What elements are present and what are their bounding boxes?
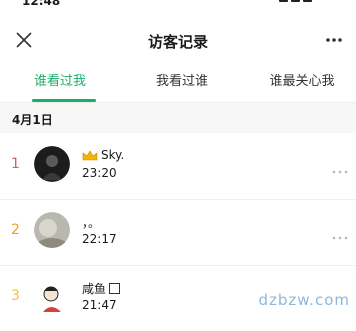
- page-title: 访客记录: [147, 33, 208, 51]
- box-icon: [109, 283, 121, 294]
- crown-icon: [82, 149, 98, 160]
- status-icons: [279, 0, 312, 2]
- tab-who-viewed-me[interactable]: 谁看过我: [10, 70, 110, 89]
- active-tab-indicator: [32, 99, 96, 102]
- watermark: dzbzw.com: [258, 291, 350, 309]
- date-group-header: 4月1日: [0, 103, 356, 133]
- row-more-button[interactable]: [330, 162, 350, 174]
- visitor-rank: 3: [11, 288, 20, 304]
- signal-icon: [279, 0, 288, 2]
- visitor-name-line: ，。: [82, 214, 100, 231]
- visitor-name-line: Sky.: [82, 148, 124, 162]
- more-button[interactable]: [320, 26, 348, 54]
- avatar-image: [34, 146, 70, 182]
- visitor-name-line: 咸鱼: [82, 280, 121, 297]
- avatar[interactable]: [34, 212, 70, 248]
- battery-icon: [303, 0, 312, 2]
- avatar[interactable]: [34, 278, 70, 314]
- tab-who-cares-most[interactable]: 谁最关心我: [252, 70, 352, 89]
- wifi-icon: [291, 0, 300, 2]
- tab-who-i-viewed[interactable]: 我看过谁: [132, 70, 232, 89]
- avatar[interactable]: [34, 146, 70, 182]
- more-icon: [332, 170, 348, 174]
- visitor-row[interactable]: 2 ，。 22:17: [0, 200, 356, 266]
- row-more-button[interactable]: [330, 228, 350, 240]
- status-time: 12:48: [22, 0, 61, 8]
- visit-time: 23:20: [82, 166, 117, 180]
- nav-bar: 访客记录: [0, 22, 356, 58]
- more-icon: [332, 236, 348, 240]
- avatar-image: [34, 278, 70, 314]
- date-label: 4月1日: [12, 113, 53, 127]
- visitor-name: Sky.: [101, 148, 125, 162]
- visitor-name: 咸鱼: [82, 282, 107, 296]
- visitor-rank: 1: [11, 156, 20, 172]
- tab-bar: 谁看过我 我看过谁 谁最关心我: [0, 62, 356, 103]
- visit-time: 21:47: [82, 298, 117, 312]
- avatar-image: [34, 212, 70, 248]
- visitor-name: ，。: [82, 216, 101, 230]
- visit-time: 22:17: [82, 232, 117, 246]
- more-icon: [326, 38, 342, 42]
- visitor-rank: 2: [11, 222, 20, 238]
- status-bar: 12:48: [0, 0, 356, 8]
- visitor-row[interactable]: 1 Sky. 23:20: [0, 134, 356, 200]
